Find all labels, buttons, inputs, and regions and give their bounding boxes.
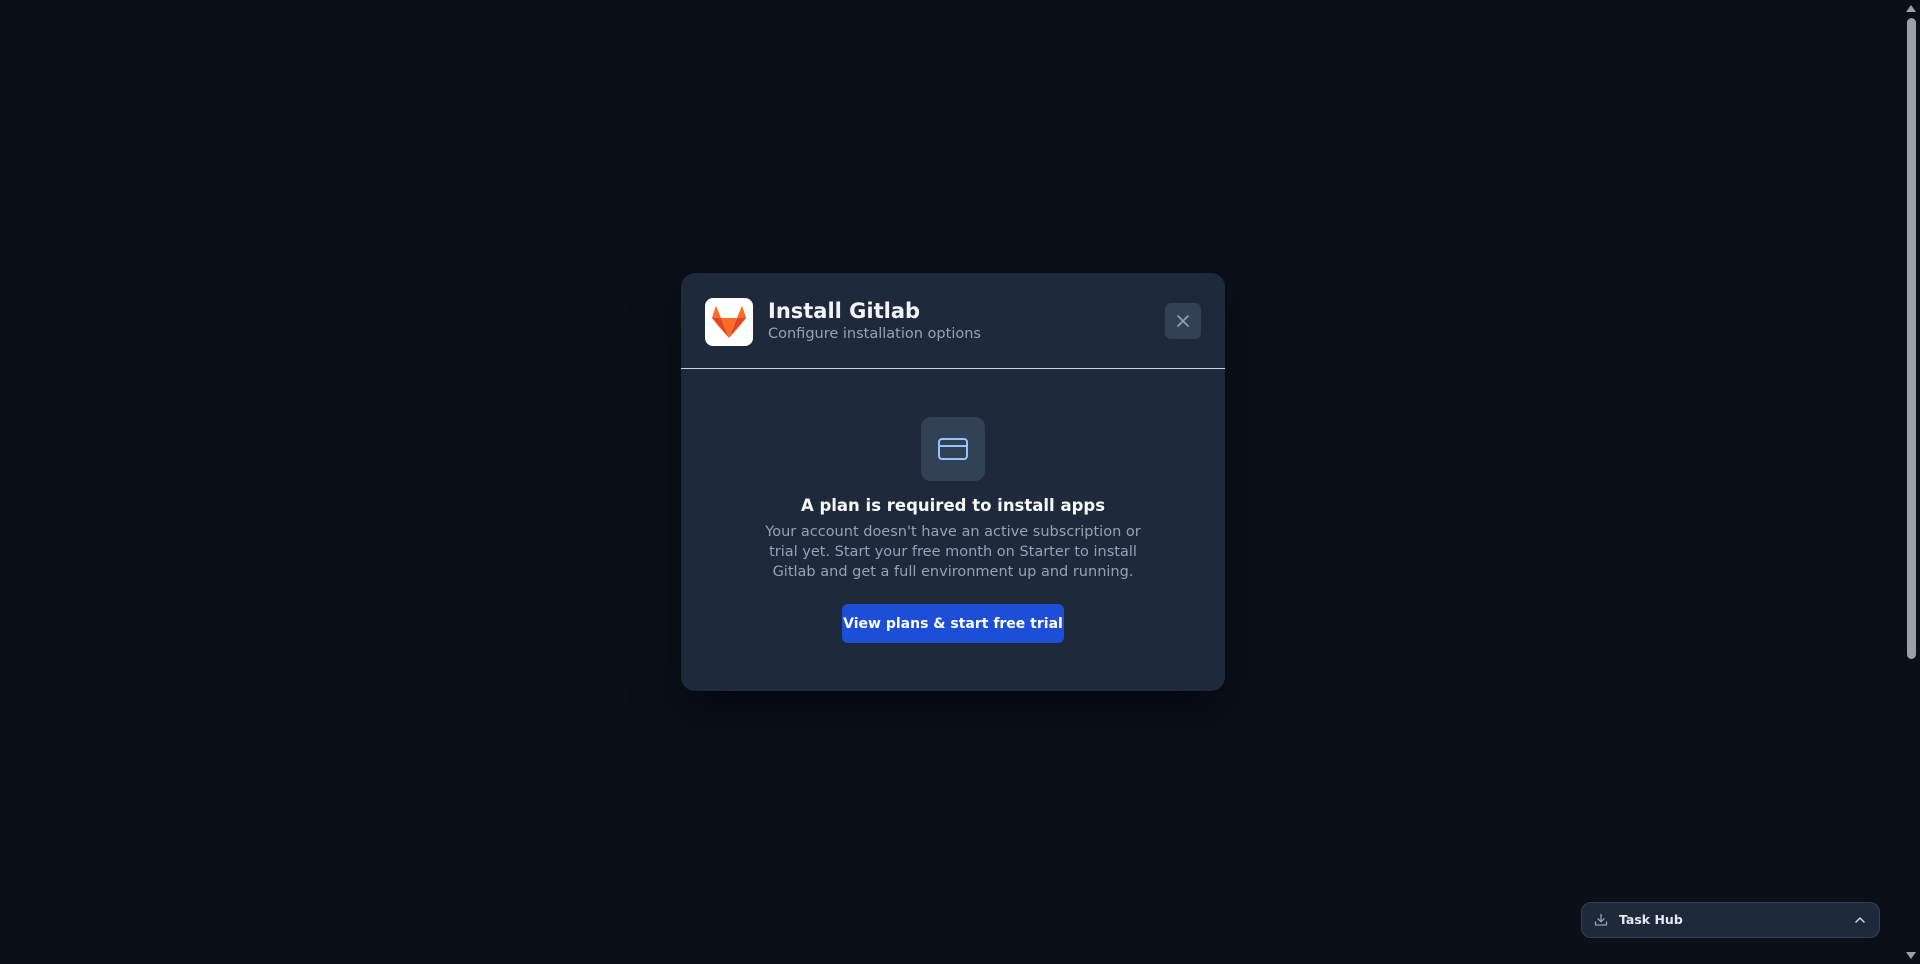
view-plans-button[interactable]: View plans & start free trial — [842, 604, 1064, 643]
notice-text: Your account doesn't have an active subs… — [765, 524, 1141, 580]
page-background: Install Gitlab Configure installation op… — [0, 0, 1920, 964]
modal-title: Install Gitlab — [768, 299, 921, 323]
install-modal: Install Gitlab Configure installation op… — [681, 273, 1225, 691]
page-scrollbar[interactable] — [1904, 0, 1920, 964]
close-button[interactable] — [1165, 303, 1201, 339]
download-icon — [1594, 913, 1608, 926]
scroll-up-arrow[interactable] — [1906, 5, 1916, 12]
notice-title: A plan is required to install apps — [800, 496, 1106, 515]
scroll-down-arrow[interactable] — [1906, 952, 1916, 959]
task-hub-bar[interactable]: Task Hub — [1581, 902, 1880, 938]
credit-card-icon-box — [921, 417, 985, 481]
modal-header: Install Gitlab Configure installation op… — [681, 273, 1225, 369]
task-hub-label: Task Hub — [1619, 912, 1683, 927]
credit-card-icon — [938, 438, 968, 460]
close-icon — [1177, 315, 1189, 327]
gitlab-logo — [705, 298, 753, 346]
chevron-up-icon[interactable] — [1853, 913, 1867, 927]
scroll-thumb[interactable] — [1907, 18, 1916, 659]
gitlab-logo-icon — [712, 306, 746, 338]
modal-subtitle: Configure installation options — [768, 326, 981, 342]
